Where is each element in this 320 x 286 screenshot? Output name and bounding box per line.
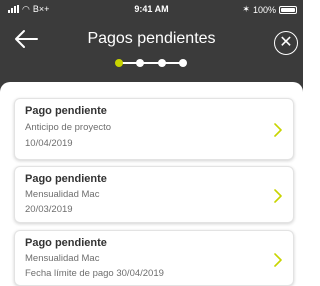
payment-date: Fecha límite de pago 30/04/2019 [25,268,164,279]
payment-card[interactable]: Pago pendiente Mensualidad Mac Fecha lím… [14,230,294,286]
close-button[interactable]: ✕ [274,31,298,55]
battery-icon [279,5,297,14]
chevron-right-icon [274,253,282,267]
step-dot-2 [136,59,144,67]
progress-stepper [115,58,187,68]
payment-title: Pago pendiente [25,105,107,117]
status-right: ✶ 100% [242,4,297,15]
content-sheet: Pago pendiente Anticipo de proyecto 10/0… [0,82,303,286]
payment-date: 20/03/2019 [25,204,73,215]
payment-title: Pago pendiente [25,173,107,185]
payment-card[interactable]: Pago pendiente Anticipo de proyecto 10/0… [14,98,294,160]
app-header: ◠ B×+ 9:41 AM ✶ 100% Pagos pendientes ✕ [0,0,303,95]
bluetooth-icon: ✶ [242,4,250,14]
payment-card[interactable]: Pago pendiente Mensualidad Mac 20/03/201… [14,166,294,223]
close-icon: ✕ [279,34,293,51]
stepper-line [119,62,183,64]
status-bar: ◠ B×+ 9:41 AM ✶ 100% [0,0,303,18]
payment-description: Mensualidad Mac [25,253,100,264]
payment-title: Pago pendiente [25,237,107,249]
step-dot-4 [179,59,187,67]
chevron-right-icon [274,189,282,203]
step-dot-3 [158,59,166,67]
step-dot-1 [115,59,123,67]
page-title: Pagos pendientes [87,30,216,47]
payment-description: Anticipo de proyecto [25,122,112,133]
payment-description: Mensualidad Mac [25,189,100,200]
chevron-right-icon [274,123,282,137]
payment-date: 10/04/2019 [25,138,73,149]
battery-percent: 100% [252,4,276,15]
